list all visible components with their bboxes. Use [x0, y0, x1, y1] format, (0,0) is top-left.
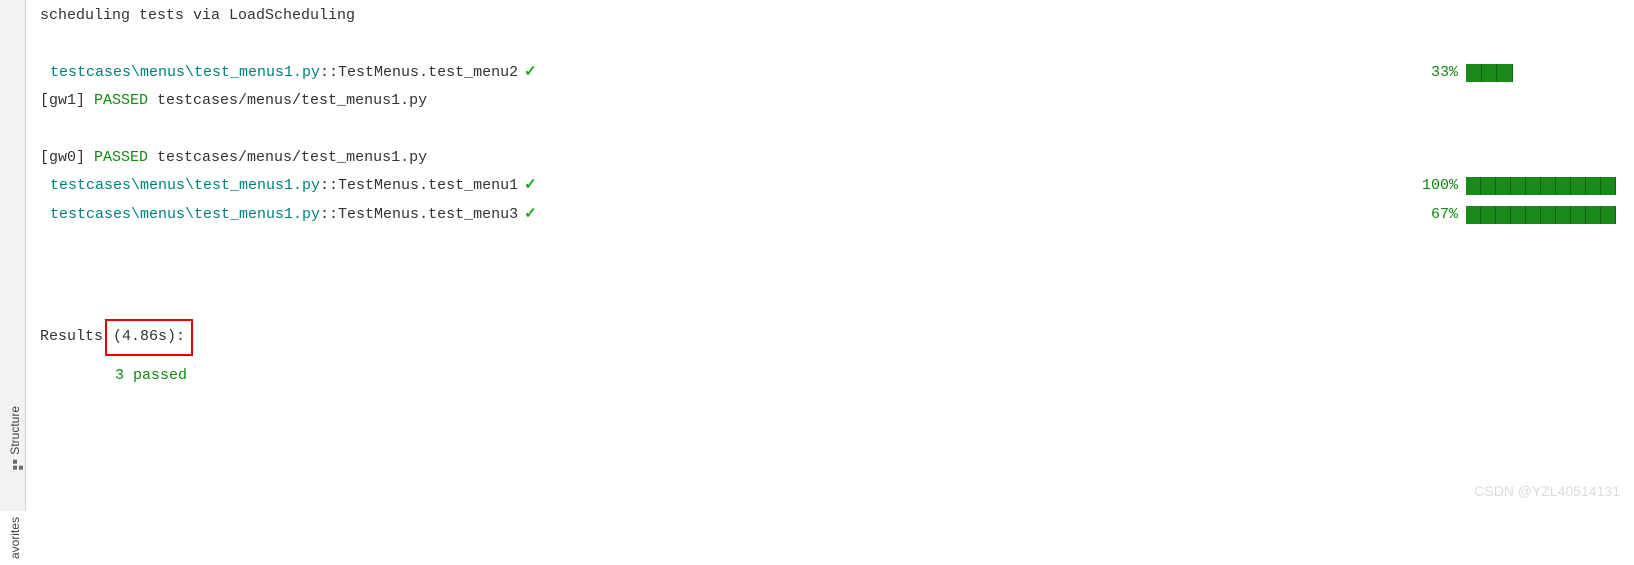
test-result-row: testcases\menus\test_menus1.py::TestMenu…: [40, 172, 1624, 201]
blank-line: [40, 116, 1624, 144]
results-summary-line: Results (4.86s):: [40, 319, 1624, 356]
progress-bar: [1466, 177, 1616, 195]
passed-count: 3 passed: [115, 362, 1624, 391]
scheduling-line: scheduling tests via LoadScheduling: [40, 2, 1624, 31]
results-label: Results: [40, 323, 103, 352]
worker-result-line: [gw0] PASSED testcases/menus/test_menus1…: [40, 144, 1624, 173]
test-path: testcases\menus\test_menus1.py: [50, 201, 320, 230]
worker-status: PASSED: [94, 87, 148, 116]
worker-status: PASSED: [94, 144, 148, 173]
test-result-row: testcases\menus\test_menus1.py::TestMenu…: [40, 201, 1624, 230]
test-path: testcases\menus\test_menus1.py: [50, 59, 320, 88]
sidebar-tab-structure[interactable]: Structure: [2, 400, 29, 477]
ide-sidebar: Structure avorites: [0, 0, 26, 511]
percent-label: 33%: [1431, 59, 1458, 88]
worker-prefix: [gw0]: [40, 144, 94, 173]
test-node-id: ::TestMenus.test_menu1: [320, 172, 518, 201]
console-output: scheduling tests via LoadScheduling test…: [40, 2, 1624, 511]
percent-label: 100%: [1422, 172, 1458, 201]
percent-label: 67%: [1431, 201, 1458, 230]
sidebar-tab-favorites[interactable]: avorites: [2, 511, 29, 565]
progress-bar: [1466, 64, 1616, 82]
worker-file: testcases/menus/test_menus1.py: [148, 87, 427, 116]
worker-result-line: [gw1] PASSED testcases/menus/test_menus1…: [40, 87, 1624, 116]
test-node: testcases\menus\test_menus1.py::TestMenu…: [40, 201, 537, 230]
progress-bar: [1466, 206, 1616, 224]
check-icon: ✓: [518, 201, 537, 230]
worker-file: testcases/menus/test_menus1.py: [148, 144, 427, 173]
progress-indicator: 100%: [1422, 172, 1624, 201]
test-node: testcases\menus\test_menus1.py::TestMenu…: [40, 59, 537, 88]
test-result-row: testcases\menus\test_menus1.py::TestMenu…: [40, 59, 1624, 88]
sidebar-tab-label: Structure: [4, 406, 27, 455]
worker-prefix: [gw1]: [40, 87, 94, 116]
sidebar-tab-label: avorites: [4, 517, 27, 559]
test-node: testcases\menus\test_menus1.py::TestMenu…: [40, 172, 537, 201]
progress-indicator: 67%: [1431, 201, 1624, 230]
check-icon: ✓: [518, 59, 537, 88]
progress-indicator: 33%: [1431, 59, 1624, 88]
check-icon: ✓: [518, 172, 537, 201]
test-node-id: ::TestMenus.test_menu2: [320, 59, 518, 88]
results-time-highlight: (4.86s):: [105, 319, 193, 356]
test-path: testcases\menus\test_menus1.py: [50, 172, 320, 201]
test-node-id: ::TestMenus.test_menu3: [320, 201, 518, 230]
structure-icon: [9, 459, 21, 471]
blank-line: [40, 31, 1624, 59]
